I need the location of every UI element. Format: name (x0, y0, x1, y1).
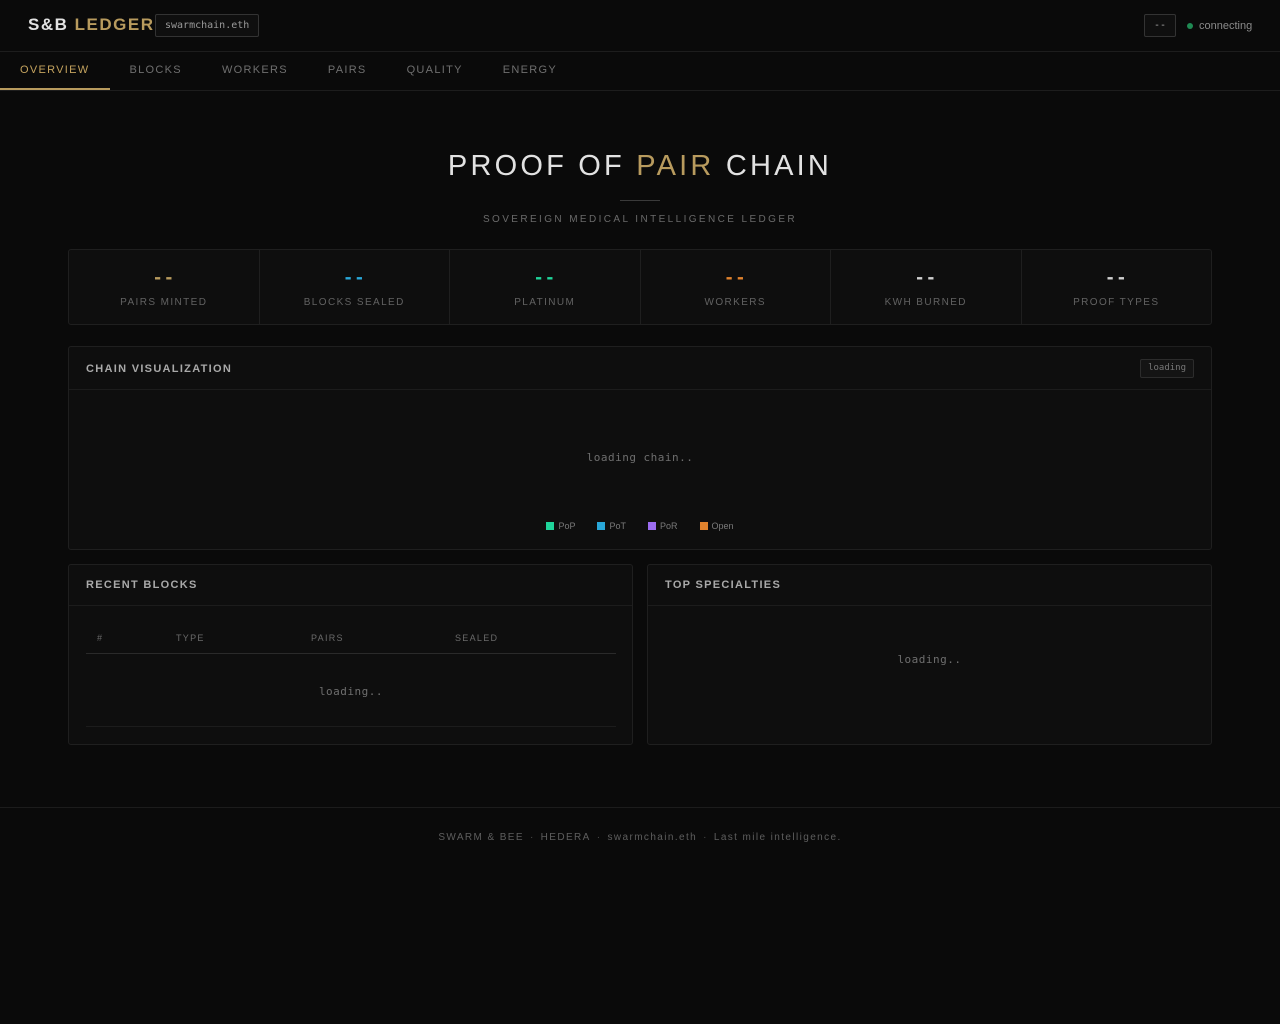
chain-loading-text: loading chain.. (586, 451, 694, 464)
table-body: loading.. (86, 654, 616, 727)
footer-item: Last mile intelligence. (713, 832, 842, 843)
title-part1: PROOF OF (447, 150, 625, 182)
legend-label: PoP (558, 521, 576, 531)
stat-label: WORKERS (704, 297, 766, 308)
footer-separator: · (703, 832, 708, 843)
stat-value: -- (724, 268, 747, 288)
top-bar: S&B LEDGER swarmchain.eth -- connecting (0, 0, 1280, 52)
panel-title: CHAIN VISUALIZATION (86, 363, 233, 375)
tab-pairs[interactable]: PAIRS (308, 52, 387, 90)
legend-label: Open (711, 521, 734, 531)
legend-swatch (699, 522, 708, 530)
tab-quality[interactable]: QUALITY (387, 52, 483, 90)
panel-title: TOP SPECIALTIES (665, 579, 782, 591)
panel-header: TOP SPECIALTIES (648, 565, 1211, 606)
panel-title: RECENT BLOCKS (86, 579, 198, 591)
stat-label: PROOF TYPES (1073, 297, 1160, 308)
panel-header: CHAIN VISUALIZATION loading (69, 347, 1211, 390)
stat-workers: -- WORKERS (641, 250, 831, 324)
legend-item-pot: PoT (597, 521, 626, 531)
status-dot-icon (1187, 23, 1193, 29)
stat-value: -- (152, 268, 175, 288)
column-header-pairs[interactable]: PAIRS (311, 633, 344, 643)
column-header-type[interactable]: TYPE (176, 633, 205, 643)
footer-separator: · (596, 832, 602, 843)
column-header-sealed[interactable]: SEALED (455, 633, 498, 643)
recent-blocks-table: # TYPE PAIRS SEALED loading.. (86, 629, 616, 727)
footer-link-ens[interactable]: swarmchain.eth (607, 832, 697, 843)
blocks-loading-text: loading.. (318, 685, 384, 698)
stat-value: -- (1105, 268, 1128, 288)
footer-item: SWARM & BEE (438, 832, 524, 843)
legend-label: PoR (659, 521, 678, 531)
legend-swatch (647, 522, 656, 530)
status-badge: loading (1140, 359, 1194, 378)
column-header-number[interactable]: # (97, 633, 103, 643)
stats-bar: -- PAIRS MINTED -- BLOCKS SEALED -- PLAT… (68, 249, 1212, 325)
main-nav: OVERVIEW BLOCKS WORKERS PAIRS QUALITY EN… (0, 52, 1280, 91)
stat-value: -- (914, 268, 937, 288)
recent-blocks-panel: RECENT BLOCKS # TYPE PAIRS SEALED loadin… (68, 564, 633, 745)
stat-kwh-burned: -- KWH BURNED (831, 250, 1022, 324)
top-specialties-panel: TOP SPECIALTIES loading.. (647, 564, 1212, 745)
stat-proof-types: -- PROOF TYPES (1022, 250, 1212, 324)
page-title: PROOF OF PAIR CHAIN (0, 150, 1280, 183)
specialties-loading-text: loading.. (897, 653, 962, 666)
title-part2: CHAIN (725, 150, 833, 182)
stat-platinum: -- PLATINUM (450, 250, 641, 324)
chain-visualization-panel: CHAIN VISUALIZATION loading loading chai… (68, 346, 1212, 550)
legend-item-open: Open (699, 521, 734, 531)
stat-label: PLATINUM (514, 297, 576, 308)
tab-workers[interactable]: WORKERS (202, 52, 308, 90)
ens-badge[interactable]: swarmchain.eth (155, 14, 260, 37)
brand-name-part1: S&B (28, 15, 69, 34)
status-text: connecting (1199, 20, 1253, 32)
title-divider (620, 200, 660, 201)
legend-item-pop: PoP (546, 521, 575, 531)
brand-name-part2: LEDGER (74, 15, 155, 34)
stat-value: -- (533, 268, 556, 288)
panel-header: RECENT BLOCKS (69, 565, 632, 606)
stat-label: PAIRS MINTED (120, 297, 208, 308)
page-subtitle: SOVEREIGN MEDICAL INTELLIGENCE LEDGER (482, 214, 798, 225)
chain-legend: PoP PoT PoR Open (69, 521, 1211, 531)
table-header: # TYPE PAIRS SEALED (86, 629, 616, 654)
stat-label: KWH BURNED (884, 297, 967, 308)
stat-label: BLOCKS SEALED (303, 297, 405, 308)
legend-swatch (546, 522, 555, 530)
legend-label: PoT (609, 521, 626, 531)
tab-blocks[interactable]: BLOCKS (110, 52, 202, 90)
tab-overview[interactable]: OVERVIEW (0, 52, 110, 90)
footer-item: HEDERA (540, 832, 591, 843)
footer: SWARM & BEE · HEDERA · swarmchain.eth · Last m… (0, 807, 1280, 867)
stat-blocks-sealed: -- BLOCKS SEALED (260, 250, 450, 324)
footer-text: SWARM & BEE · HEDERA · swarmchain.eth · Last m… (0, 832, 1280, 843)
footer-separator: · (529, 832, 535, 843)
brand-logo[interactable]: S&B LEDGER (28, 15, 154, 35)
tab-energy[interactable]: ENERGY (483, 52, 577, 90)
stat-value: -- (343, 268, 366, 288)
title-accent: PAIR (636, 150, 715, 182)
account-button[interactable]: -- (1144, 14, 1176, 37)
legend-item-por: PoR (647, 521, 678, 531)
legend-swatch (597, 522, 606, 530)
stat-pairs-minted: -- PAIRS MINTED (69, 250, 260, 324)
connection-status: connecting (1187, 20, 1252, 32)
